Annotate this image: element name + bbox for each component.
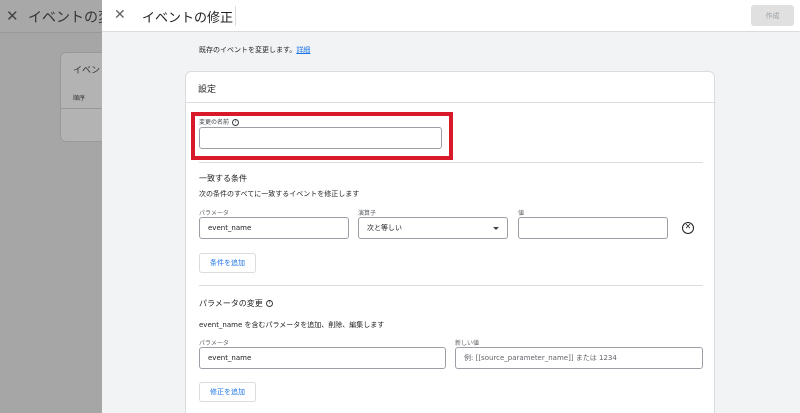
background-card-subtitle: 順序 — [73, 95, 86, 102]
settings-card: 設定 変更の名前? 一致する条件 次の条件のすべてに一致するイベントを修正します… — [185, 71, 716, 413]
description-text: 既存のイベントを変更します。 — [199, 46, 297, 54]
help-icon[interactable]: ? — [232, 119, 240, 126]
close-icon: ✕ — [6, 7, 19, 25]
condition-operator-select[interactable]: 次と等しい — [358, 217, 508, 239]
description: 既存のイベントを変更します。詳細 — [199, 45, 310, 55]
add-modification-button[interactable]: 修正を追加 — [199, 382, 256, 402]
modify-parameter-input[interactable]: event_name — [199, 347, 446, 369]
change-name-input[interactable] — [199, 127, 442, 149]
divider — [199, 162, 703, 163]
condition-operator-value: 次と等しい — [367, 224, 402, 232]
help-icon[interactable]: ? — [265, 300, 273, 307]
condition-value-label: 値 — [518, 210, 525, 217]
new-value-input[interactable]: 例: [[source_parameter_name]] または 1234 — [455, 347, 703, 369]
conditions-title: 一致する条件 — [199, 174, 247, 183]
add-condition-button[interactable]: 条件を追加 — [199, 253, 256, 273]
drawer-title: イベントの修正 — [142, 11, 234, 26]
divider — [186, 102, 716, 103]
background-card-title: イベン — [73, 66, 101, 76]
parameter-changes-description: event_name を含むパラメータを追加、削除、編集します — [199, 321, 385, 329]
divider — [199, 285, 703, 286]
conditions-description: 次の条件のすべてに一致するイベントを修正します — [199, 190, 360, 198]
change-name-label: 変更の名前? — [199, 117, 240, 126]
create-button[interactable]: 作成 — [751, 5, 794, 26]
condition-value-input[interactable] — [518, 217, 668, 239]
edit-event-drawer: ✕ イベントの修正 作成 既存のイベントを変更します。詳細 設定 変更の名前? … — [102, 0, 800, 413]
parameter-changes-title: パラメータの変更? — [199, 298, 273, 309]
condition-operator-label: 演算子 — [358, 210, 377, 217]
condition-parameter-input[interactable]: event_name — [199, 217, 349, 239]
drawer-header: ✕ イベントの修正 作成 — [102, 0, 800, 32]
modify-parameter-label: パラメータ — [199, 340, 229, 347]
settings-title: 設定 — [198, 85, 217, 95]
background-title: イベントの変 — [28, 10, 112, 26]
condition-parameter-label: パラメータ — [199, 210, 229, 217]
remove-condition-icon[interactable]: ✕ — [682, 222, 694, 234]
new-value-label: 新しい値 — [455, 340, 480, 347]
dropdown-arrow-icon — [493, 227, 499, 230]
learn-more-link[interactable]: 詳細 — [296, 46, 310, 54]
change-name-label-text: 変更の名前 — [199, 119, 230, 126]
close-icon[interactable]: ✕ — [114, 7, 126, 23]
divider — [235, 6, 236, 26]
parameter-changes-title-text: パラメータの変更 — [199, 299, 263, 308]
